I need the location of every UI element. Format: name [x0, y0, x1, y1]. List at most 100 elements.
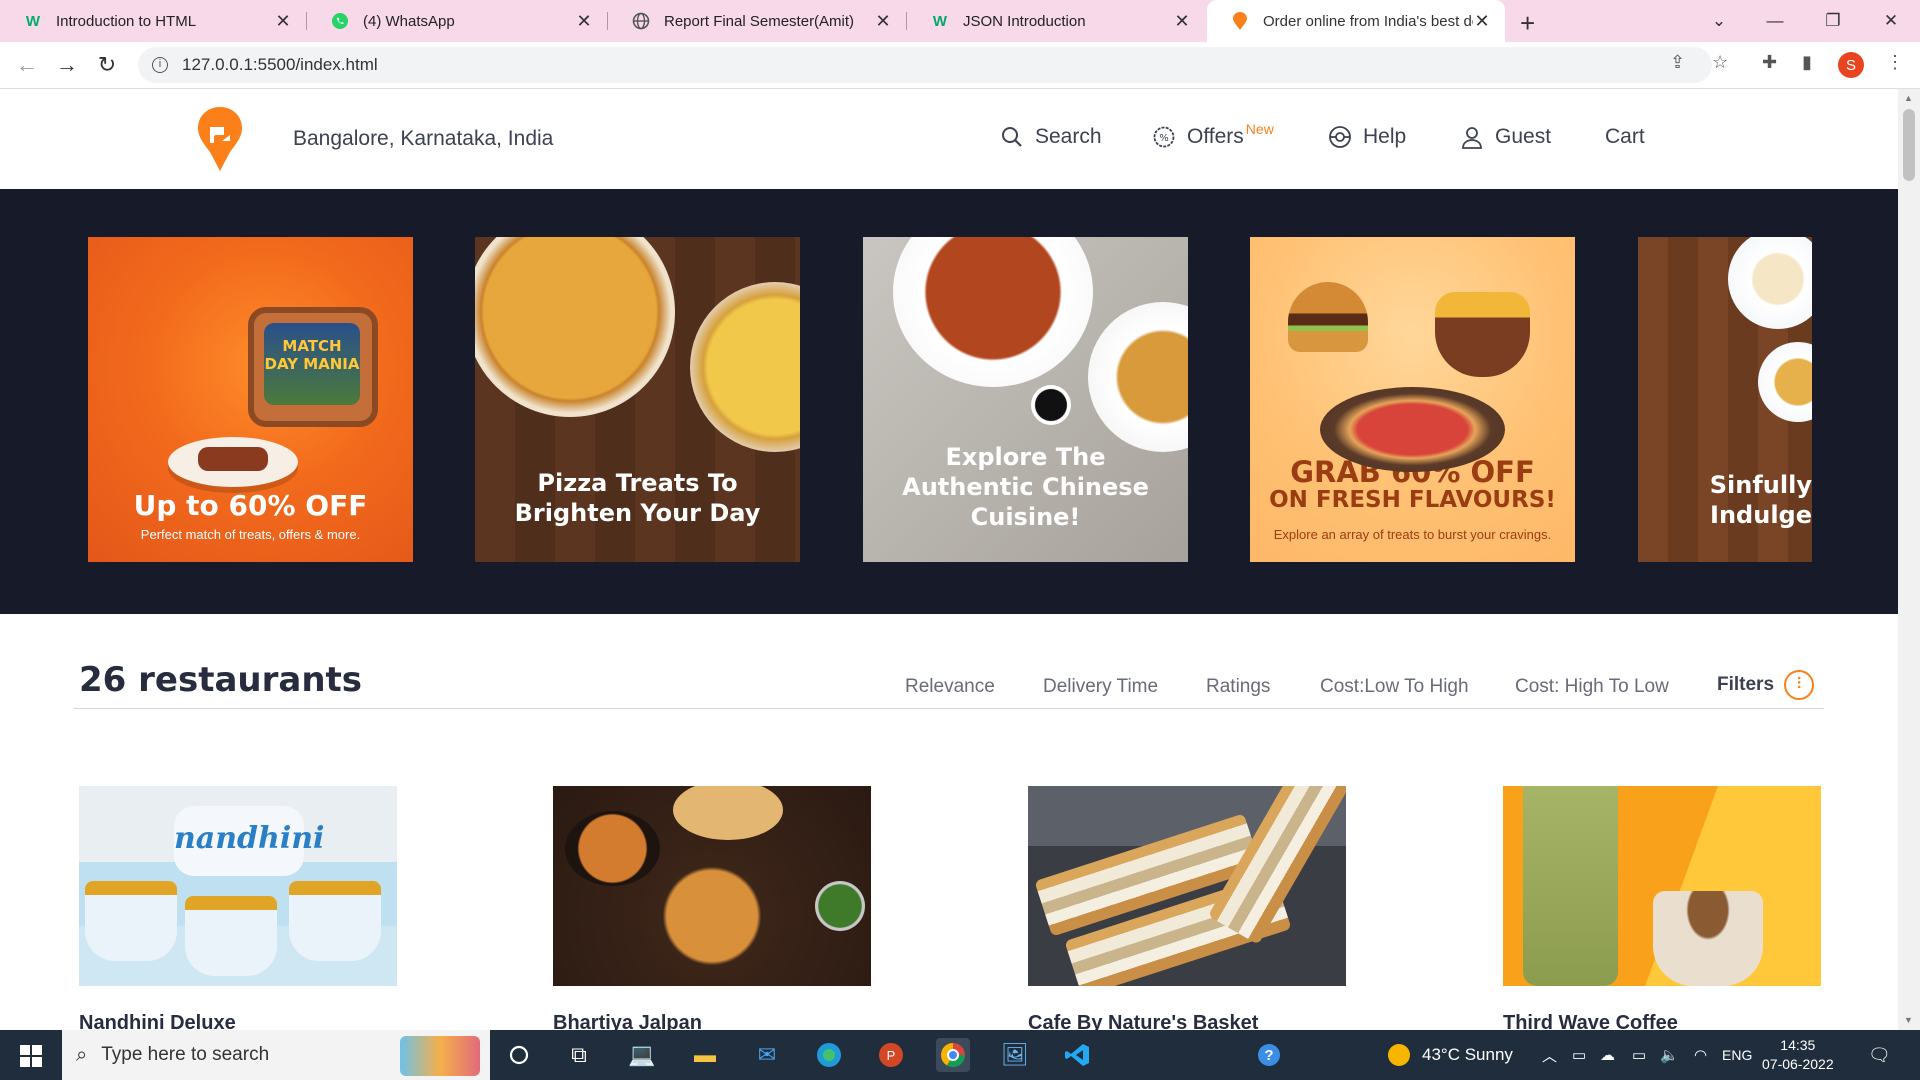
swiggy-favicon-icon — [1231, 12, 1249, 30]
sort-ratings[interactable]: Ratings — [1206, 676, 1270, 698]
chutney-bowl-illustration — [815, 881, 865, 931]
tab-json-introduction[interactable]: W JSON Introduction ✕ — [907, 0, 1205, 42]
weather-widget[interactable]: 43°C Sunny — [1388, 1030, 1513, 1080]
close-window-icon[interactable]: ✕ — [1862, 0, 1920, 42]
tab-swiggy-active[interactable]: Order online from India's best de ✕ — [1207, 0, 1505, 42]
restaurant-image-third-wave-coffee[interactable] — [1503, 786, 1821, 986]
pizza-illustration — [690, 282, 800, 452]
scrollbar-thumb[interactable] — [1903, 109, 1915, 181]
tab-whatsapp[interactable]: (4) WhatsApp ✕ — [307, 0, 607, 42]
forward-icon[interactable]: → — [52, 50, 82, 80]
vscode-icon[interactable] — [1060, 1038, 1094, 1072]
new-tab-icon[interactable]: + — [1520, 8, 1535, 39]
nav-cart[interactable]: Cart — [1605, 125, 1645, 149]
sort-relevance[interactable]: Relevance — [905, 676, 995, 698]
help-lifebuoy-icon — [1329, 126, 1351, 148]
taskbar-clock[interactable]: 14:35 07-06-2022 — [1762, 1036, 1834, 1074]
offer-card-pizza[interactable]: Pizza Treats To Brighten Your Day — [475, 237, 800, 562]
naan-illustration — [673, 786, 783, 840]
extensions-icon[interactable]: ✚ — [1762, 52, 1777, 73]
language-indicator[interactable]: ENG — [1722, 1030, 1752, 1080]
bookmark-star-icon[interactable]: ☆ — [1712, 52, 1728, 73]
task-view-icon[interactable]: ⧉ — [562, 1038, 596, 1072]
svg-text:%: % — [1159, 133, 1169, 144]
site-info-icon[interactable]: i — [152, 57, 168, 73]
weather-text: 43°C Sunny — [1422, 1045, 1513, 1064]
tab-search-chevron-icon[interactable]: ⌄ — [1690, 0, 1748, 42]
filters-button[interactable]: Filters ⫶ — [1717, 670, 1815, 700]
side-panel-icon[interactable]: ▮ — [1802, 52, 1812, 73]
address-bar[interactable]: i 127.0.0.1:5500/index.html — [138, 47, 1712, 83]
search-icon — [1002, 127, 1022, 147]
nav-search[interactable]: Search — [1000, 125, 1102, 149]
nav-search-label: Search — [1035, 125, 1102, 148]
restaurant-count: 26 restaurants — [79, 660, 363, 700]
share-icon[interactable]: ⇪ — [1670, 52, 1685, 73]
meet-now-icon[interactable]: ▭ — [1572, 1030, 1586, 1080]
offer-title: Up to 60% OFF — [133, 489, 368, 522]
close-tab-icon[interactable]: ✕ — [274, 11, 292, 32]
close-tab-icon[interactable]: ✕ — [1173, 11, 1191, 32]
sort-cost-high-to-low[interactable]: Cost: High To Low — [1515, 676, 1669, 698]
food-container-illustration — [85, 881, 177, 961]
offer-card-match-day[interactable]: MATCH DAY MANIA Up to 60% OFF Perfect ma… — [88, 237, 413, 562]
volume-icon[interactable]: 🔈 — [1660, 1030, 1679, 1080]
url-text[interactable]: 127.0.0.1:5500/index.html — [182, 55, 378, 75]
windows-start-icon[interactable] — [20, 1045, 42, 1067]
whatsapp-icon — [331, 12, 349, 30]
laptop-app-icon[interactable]: 💻 — [625, 1038, 659, 1072]
help-question-icon[interactable]: ? — [1252, 1038, 1286, 1072]
sort-delivery-time[interactable]: Delivery Time — [1043, 676, 1158, 698]
cortana-icon[interactable] — [502, 1038, 536, 1072]
burger-illustration — [1288, 282, 1368, 352]
offer-card-fresh-flavours[interactable]: GRAB 60% OFF ON FRESH FLAVOURS! Explore … — [1250, 237, 1575, 562]
nandhini-brand-text: nandhini — [174, 806, 324, 876]
close-tab-icon[interactable]: ✕ — [575, 11, 593, 32]
swiggy-logo-icon[interactable] — [198, 107, 242, 171]
sauce-bowl-illustration — [1031, 385, 1071, 425]
restaurant-image-bhartiya-jalpan[interactable] — [553, 786, 871, 986]
battery-icon[interactable]: ▭ — [1632, 1030, 1646, 1080]
tray-chevron-icon[interactable]: ︿ — [1542, 1030, 1557, 1080]
close-tab-icon[interactable]: ✕ — [874, 11, 892, 32]
chrome-menu-icon[interactable]: ⋮ — [1886, 52, 1904, 73]
location-label[interactable]: Bangalore, Karnataka, India — [293, 127, 553, 151]
reload-icon[interactable]: ↻ — [92, 50, 122, 80]
scroll-up-arrow-icon[interactable]: ▲ — [1904, 93, 1913, 103]
offer-card-chinese[interactable]: Explore The Authentic Chinese Cuisine! — [863, 237, 1188, 562]
restore-icon[interactable]: ❐ — [1804, 0, 1862, 42]
sort-cost-low-to-high[interactable]: Cost:Low To High — [1320, 676, 1469, 698]
page-scrollbar[interactable]: ▲ ▼ — [1898, 89, 1920, 1030]
food-container-illustration — [185, 896, 277, 976]
browser-toolbar: ← → ↻ i 127.0.0.1:5500/index.html ⇪ ☆ ✚ … — [0, 42, 1920, 89]
nav-help[interactable]: Help — [1328, 125, 1406, 149]
restaurant-image-natures-basket[interactable] — [1028, 786, 1346, 986]
sun-icon — [1388, 1044, 1410, 1066]
profile-avatar[interactable]: S — [1838, 52, 1864, 78]
taskbar-search-box[interactable]: ⌕ Type here to search — [62, 1030, 490, 1080]
tab-introduction-to-html[interactable]: W Introduction to HTML ✕ — [0, 0, 306, 42]
pizza-illustration — [1320, 387, 1505, 472]
coffee-cup-illustration — [1653, 891, 1763, 986]
photos-icon[interactable]: 🖼 — [998, 1038, 1032, 1072]
chrome-icon[interactable] — [936, 1038, 970, 1072]
back-icon[interactable]: ← — [12, 50, 42, 80]
powerpoint-icon[interactable]: P — [874, 1038, 908, 1072]
restaurant-image-nandhini[interactable]: nandhini — [79, 786, 397, 986]
tv-illustration: MATCH DAY MANIA — [248, 307, 378, 427]
minimize-icon[interactable]: — — [1746, 0, 1804, 42]
close-tab-icon[interactable]: ✕ — [1473, 11, 1491, 32]
taskbar-search-placeholder: Type here to search — [101, 1044, 270, 1065]
nav-guest[interactable]: Guest — [1460, 125, 1551, 149]
file-explorer-icon[interactable]: ▬ — [688, 1038, 722, 1072]
tab-report-final-semester[interactable]: Report Final Semester(Amit) ✕ — [608, 0, 906, 42]
onedrive-cloud-icon[interactable]: ☁ — [1600, 1030, 1615, 1080]
scroll-down-arrow-icon[interactable]: ▼ — [1904, 1015, 1913, 1025]
offer-card-desserts[interactable]: Sinfully Indulge — [1638, 237, 1812, 562]
mail-icon[interactable]: ✉ — [750, 1038, 784, 1072]
edge-icon[interactable] — [812, 1038, 846, 1072]
notifications-icon[interactable]: 🗨 — [1868, 1030, 1891, 1080]
nav-offers[interactable]: % Offers New — [1152, 121, 1274, 149]
offers-carousel: MATCH DAY MANIA Up to 60% OFF Perfect ma… — [0, 189, 1898, 614]
wifi-icon[interactable]: ◠ — [1694, 1030, 1707, 1080]
